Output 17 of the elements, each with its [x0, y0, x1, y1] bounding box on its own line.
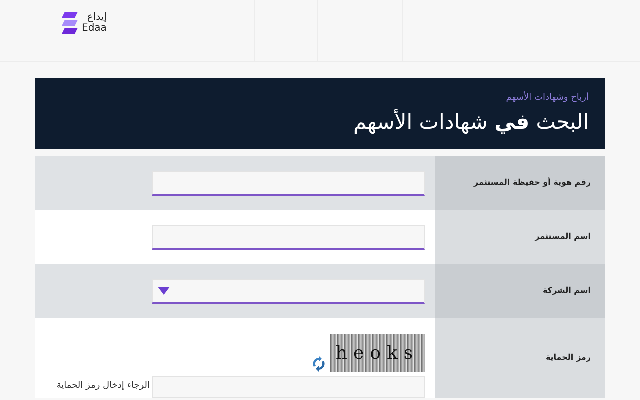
dropdown-arrow-icon: [158, 286, 170, 294]
field-label: رمز الحماية: [546, 352, 591, 364]
breadcrumb-link[interactable]: أرباح وشهادات الأسهم: [506, 92, 589, 106]
logo-icon: [62, 12, 78, 34]
captcha-input-field[interactable]: [152, 376, 425, 398]
page-title: البحث في شهادات الأسهم: [354, 109, 589, 136]
dropdown-field[interactable]: [152, 278, 425, 304]
logo-arabic: إيداع: [86, 12, 107, 23]
captcha-image: heoks: [330, 334, 425, 372]
input-field[interactable]: [152, 224, 425, 250]
refresh-icon[interactable]: [312, 356, 326, 372]
field-label: رقم هوية أو حفيظة المستثمر: [474, 177, 591, 189]
captcha-hint: الرجاء إدخال رمز الحماية: [56, 380, 150, 394]
field-label: اسم المستثمر: [535, 231, 591, 243]
logo-latin: Edaa: [82, 23, 107, 34]
field-label: اسم الشركة: [542, 285, 591, 297]
input-field[interactable]: [152, 170, 425, 196]
